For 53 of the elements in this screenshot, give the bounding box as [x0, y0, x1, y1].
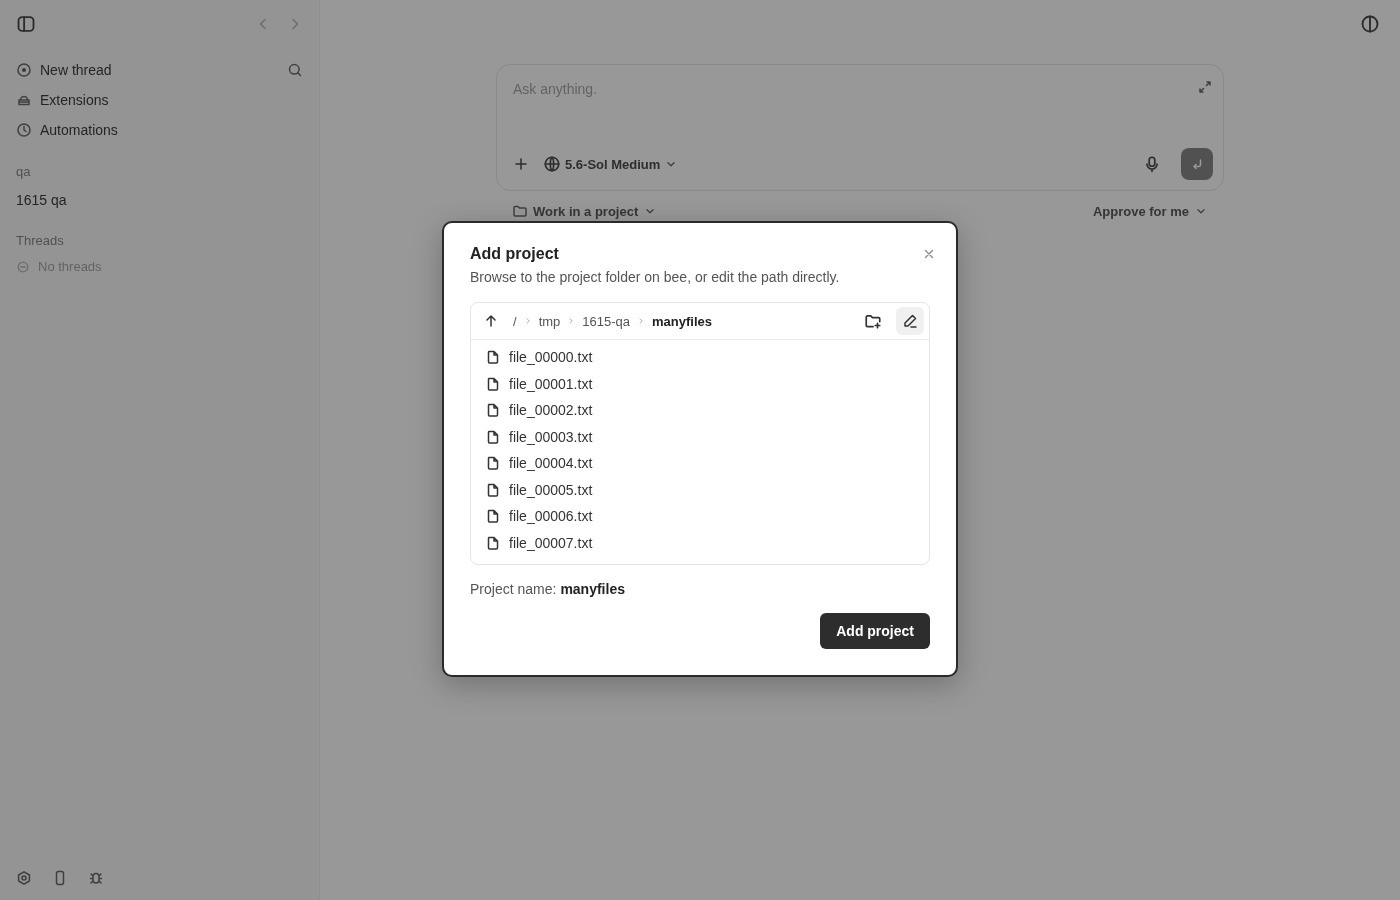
breadcrumb[interactable]: tmp: [538, 313, 561, 329]
empty-icon: [16, 259, 30, 274]
file-icon: [485, 402, 501, 419]
new-folder-icon[interactable]: [864, 312, 882, 330]
file-name[interactable]: file_00005.txt: [509, 481, 593, 498]
search-icon[interactable]: [287, 62, 303, 78]
file-name[interactable]: file_00004.txt: [509, 455, 593, 472]
edit-path-button[interactable]: [896, 307, 924, 335]
file-name[interactable]: file_00003.txt: [509, 428, 593, 445]
file-icon: [485, 508, 501, 525]
nav-item[interactable]: New thread: [16, 62, 112, 78]
project-item[interactable]: 1615 qa: [16, 192, 303, 208]
globe-icon: [543, 155, 561, 173]
dialog-title: Add project: [470, 245, 559, 263]
close-icon[interactable]: [922, 247, 936, 261]
new-thread-icon: [16, 62, 32, 78]
dialog-description: Browse to the project folder on bee, or edit the path directly.: [470, 269, 841, 285]
add-project-button[interactable]: Add project: [820, 613, 930, 649]
file-name[interactable]: file_00000.txt: [509, 349, 593, 366]
section-label: Threads: [16, 233, 65, 248]
add-icon[interactable]: [513, 156, 529, 172]
file-name[interactable]: file_00001.txt: [509, 375, 593, 392]
breadcrumb[interactable]: manyfiles: [652, 313, 712, 329]
panel-toggle-icon[interactable]: [1360, 14, 1380, 34]
folder-icon: [512, 203, 528, 219]
sidebar-toggle-icon[interactable]: [16, 14, 36, 34]
model-selector[interactable]: 5.6-Sol Medium: [543, 155, 679, 173]
file-icon: [485, 481, 501, 498]
field-label: Project name:: [470, 581, 557, 597]
file-name[interactable]: file_00002.txt: [509, 402, 593, 419]
approval-selector[interactable]: Approve for me: [1092, 203, 1208, 219]
microphone-icon[interactable]: [1143, 155, 1161, 173]
nav-item[interactable]: Extensions: [16, 92, 109, 108]
file-name[interactable]: file_00007.txt: [509, 534, 593, 551]
expand-icon[interactable]: [1197, 79, 1213, 95]
breadcrumb[interactable]: /: [513, 313, 517, 329]
bug-icon[interactable]: [88, 870, 104, 886]
project-name: manyfiles: [560, 581, 625, 597]
section-label: qa: [16, 164, 32, 179]
breadcrumb[interactable]: 1615-qa: [582, 313, 630, 329]
file-icon: [485, 375, 501, 392]
send-button[interactable]: [1181, 148, 1213, 180]
file-icon: [485, 349, 501, 366]
pencil-icon: [902, 313, 918, 329]
file-icon: [485, 534, 501, 551]
gear-icon[interactable]: [16, 870, 32, 886]
up-arrow-icon[interactable]: [483, 313, 499, 329]
file-icon: [485, 428, 501, 445]
project-selector[interactable]: Work in a project: [512, 203, 658, 219]
file-icon: [485, 455, 501, 472]
nav-item[interactable]: Automations: [16, 122, 118, 138]
clock-icon: [16, 122, 32, 138]
file-name[interactable]: file_00006.txt: [509, 508, 593, 525]
